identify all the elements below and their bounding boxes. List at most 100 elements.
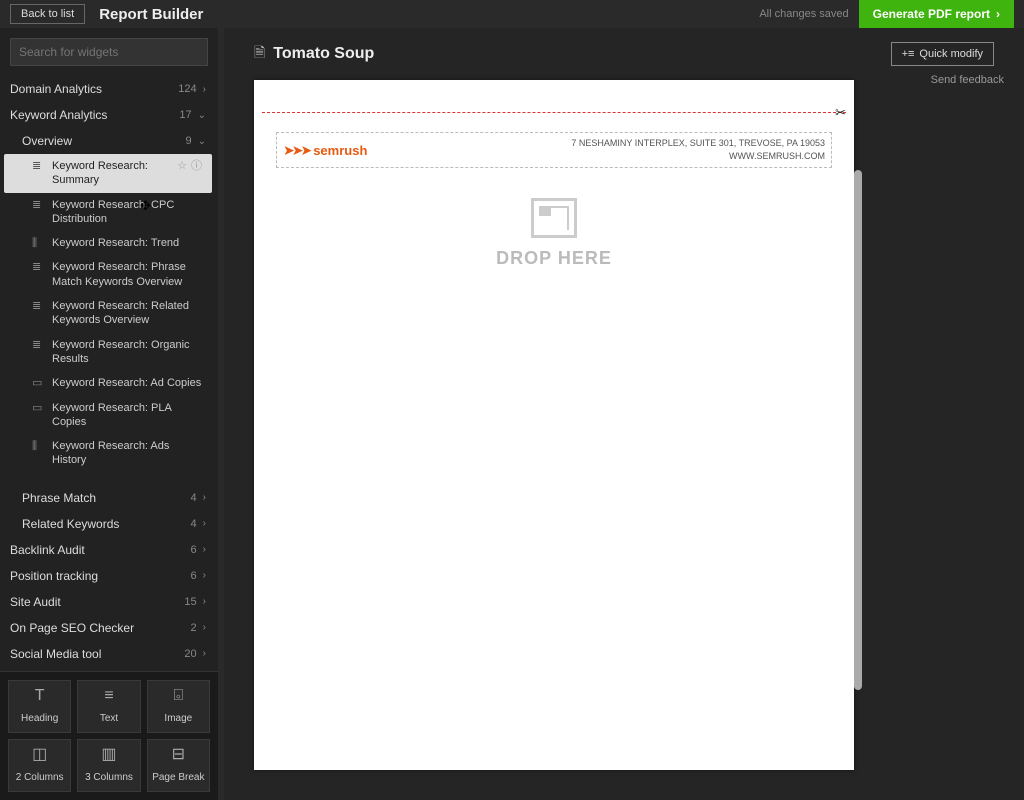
widget-keyword-research-summary[interactable]: ≣ Keyword Research: Summary ☆ ⓘ bbox=[4, 154, 212, 193]
category-on-page-seo[interactable]: On Page SEO Checker 2 › bbox=[0, 615, 216, 641]
list-icon: ≣ bbox=[32, 260, 46, 274]
chevron-right-icon: › bbox=[203, 84, 206, 95]
columns-2-icon: ◫ bbox=[11, 746, 68, 764]
list-icon: ≣ bbox=[32, 198, 46, 212]
widget-ad-copies[interactable]: ▭ Keyword Research: Ad Copies bbox=[0, 371, 216, 395]
category-label: Keyword Analytics bbox=[10, 108, 179, 122]
widget-label: Keyword Research: CPC Distribution bbox=[52, 198, 206, 227]
document-title[interactable]: Tomato Soup bbox=[273, 45, 890, 63]
category-site-audit[interactable]: Site Audit 15 › bbox=[0, 589, 216, 615]
report-header-block[interactable]: ➤➤➤ semrush 7 NESHAMINY INTERPLEX, SUITE… bbox=[276, 132, 832, 168]
widget-label: Keyword Research: Summary bbox=[52, 159, 173, 188]
category-keyword-analytics[interactable]: Keyword Analytics 17 ⌄ bbox=[0, 102, 216, 128]
quick-modify-button[interactable]: +≡ Quick modify bbox=[891, 42, 994, 66]
quick-modify-label: Quick modify bbox=[919, 48, 983, 60]
brand-logo: ➤➤➤ semrush bbox=[283, 142, 367, 159]
chevron-right-icon: › bbox=[203, 570, 206, 581]
search-input[interactable] bbox=[10, 38, 208, 66]
widget-label: Keyword Research: Trend bbox=[52, 236, 206, 250]
category-position-tracking[interactable]: Position tracking 6 › bbox=[0, 563, 216, 589]
category-count: 124 bbox=[178, 83, 196, 95]
widget-cpc-distribution[interactable]: ≣ Keyword Research: CPC Distribution bbox=[0, 193, 216, 232]
tool-2-columns[interactable]: ◫ 2 Columns bbox=[8, 739, 71, 792]
canvas-area: 🗎 Tomato Soup +≡ Quick modify Send feedb… bbox=[224, 28, 1024, 800]
tool-label: 2 Columns bbox=[16, 772, 64, 783]
sidebar: Domain Analytics 124 › Keyword Analytics… bbox=[0, 28, 218, 800]
category-count: 6 bbox=[191, 544, 197, 556]
chevron-right-icon: › bbox=[203, 518, 206, 529]
tool-label: Heading bbox=[21, 713, 58, 724]
tool-image[interactable]: ⌻ Image bbox=[147, 680, 210, 733]
list-icon: ≣ bbox=[32, 159, 46, 173]
list-icon: ≣ bbox=[32, 338, 46, 352]
category-count: 20 bbox=[184, 648, 196, 660]
category-label: Backlink Audit bbox=[10, 543, 191, 557]
category-count: 6 bbox=[191, 570, 197, 582]
widget-label: Keyword Research: PLA Copies bbox=[52, 401, 206, 430]
star-icon: ☆ bbox=[177, 159, 187, 173]
category-overview[interactable]: Overview 9 ⌄ bbox=[0, 128, 216, 154]
bar-chart-icon: ⫼ bbox=[32, 236, 46, 250]
category-count: 15 bbox=[184, 596, 196, 608]
drop-zone-label: DROP HERE bbox=[254, 248, 854, 269]
widget-trend[interactable]: ⫼ Keyword Research: Trend bbox=[0, 231, 216, 255]
category-label: Social Media tool bbox=[10, 647, 184, 661]
back-to-list-button[interactable]: Back to list bbox=[10, 4, 85, 24]
flame-icon: ➤➤➤ bbox=[283, 142, 309, 159]
generate-pdf-button[interactable]: Generate PDF report › bbox=[859, 0, 1014, 28]
widget-label: Keyword Research: Phrase Match Keywords … bbox=[52, 260, 206, 289]
tool-heading[interactable]: T Heading bbox=[8, 680, 71, 733]
category-count: 9 bbox=[185, 135, 191, 147]
chevron-down-icon: ⌄ bbox=[198, 136, 206, 147]
category-count: 2 bbox=[191, 622, 197, 634]
toolbox: T Heading ≡ Text ⌻ Image ◫ 2 Columns bbox=[0, 671, 218, 800]
category-phrase-match[interactable]: Phrase Match 4 › bbox=[0, 485, 216, 511]
widget-label: Keyword Research: Ad Copies bbox=[52, 376, 206, 390]
page-scrollbar[interactable] bbox=[854, 110, 862, 760]
tool-label: 3 Columns bbox=[85, 772, 133, 783]
report-page[interactable]: ✂ ➤➤➤ semrush 7 NESHAMINY INTERPLEX, SUI… bbox=[254, 80, 854, 770]
tool-label: Page Break bbox=[152, 772, 204, 783]
tool-label: Image bbox=[164, 713, 192, 724]
tool-page-break[interactable]: ⊟ Page Break bbox=[147, 739, 210, 792]
category-label: Position tracking bbox=[10, 569, 191, 583]
widget-tree[interactable]: Domain Analytics 124 › Keyword Analytics… bbox=[0, 76, 218, 671]
tool-3-columns[interactable]: ▥ 3 Columns bbox=[77, 739, 140, 792]
category-label: Site Audit bbox=[10, 595, 184, 609]
save-status: All changes saved bbox=[759, 8, 848, 20]
drop-zone[interactable]: DROP HERE bbox=[254, 198, 854, 269]
widget-phrase-match-overview[interactable]: ≣ Keyword Research: Phrase Match Keyword… bbox=[0, 255, 216, 294]
plus-list-icon: +≡ bbox=[902, 48, 915, 60]
category-related-keywords[interactable]: Related Keywords 4 › bbox=[0, 511, 216, 537]
info-icon: ⓘ bbox=[191, 159, 202, 173]
brand-name: semrush bbox=[313, 143, 367, 158]
category-count: 17 bbox=[179, 109, 191, 121]
category-domain-analytics[interactable]: Domain Analytics 124 › bbox=[0, 76, 216, 102]
card-icon: ▭ bbox=[32, 376, 46, 390]
category-label: Overview bbox=[22, 134, 185, 148]
chevron-right-icon: › bbox=[203, 544, 206, 555]
columns-3-icon: ▥ bbox=[80, 746, 137, 764]
company-address: 7 NESHAMINY INTERPLEX, SUITE 301, TREVOS… bbox=[571, 137, 825, 150]
category-label: Related Keywords bbox=[22, 517, 191, 531]
image-icon: ⌻ bbox=[150, 687, 207, 705]
category-count: 4 bbox=[191, 492, 197, 504]
scissor-icon: ✂ bbox=[835, 105, 846, 121]
category-social-media[interactable]: Social Media tool 20 › bbox=[0, 641, 216, 667]
category-label: On Page SEO Checker bbox=[10, 621, 191, 635]
document-icon: 🗎 bbox=[254, 42, 265, 66]
tool-text[interactable]: ≡ Text bbox=[77, 680, 140, 733]
company-website: WWW.SEMRUSH.COM bbox=[571, 150, 825, 163]
chevron-right-icon: › bbox=[203, 622, 206, 633]
card-icon: ▭ bbox=[32, 401, 46, 415]
scrollbar-thumb[interactable] bbox=[854, 170, 862, 690]
top-bar: Back to list Report Builder All changes … bbox=[0, 0, 1024, 28]
widget-related-keywords-overview[interactable]: ≣ Keyword Research: Related Keywords Ove… bbox=[0, 294, 216, 333]
category-label: Domain Analytics bbox=[10, 82, 178, 96]
widget-label: Keyword Research: Related Keywords Overv… bbox=[52, 299, 206, 328]
widget-organic-results[interactable]: ≣ Keyword Research: Organic Results bbox=[0, 333, 216, 372]
chevron-right-icon: › bbox=[203, 596, 206, 607]
widget-pla-copies[interactable]: ▭ Keyword Research: PLA Copies bbox=[0, 396, 216, 435]
category-backlink-audit[interactable]: Backlink Audit 6 › bbox=[0, 537, 216, 563]
widget-ads-history[interactable]: ⫼ Keyword Research: Ads History bbox=[0, 434, 216, 473]
